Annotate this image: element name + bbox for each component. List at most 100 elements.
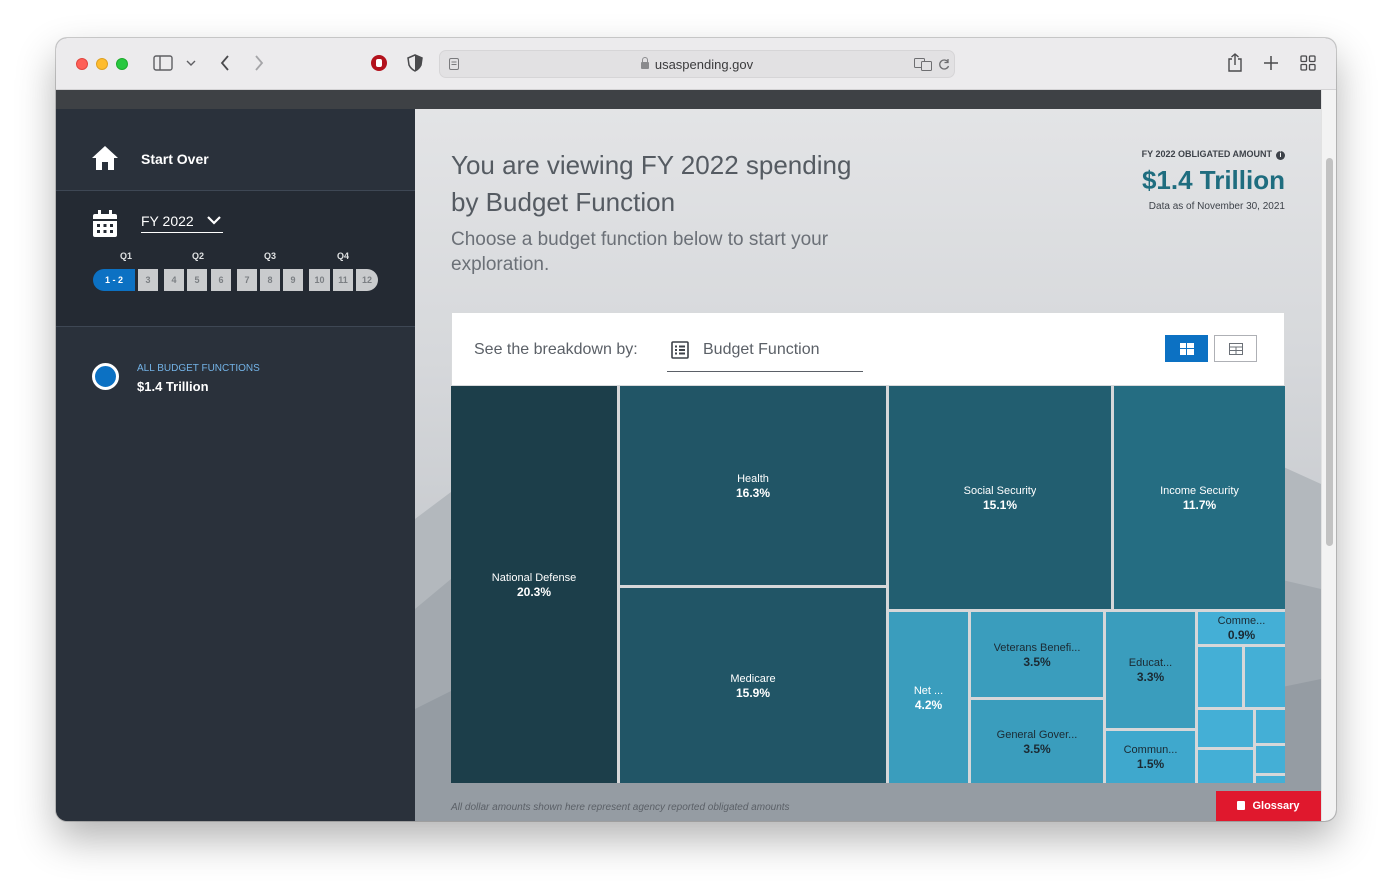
obligated-amount-label-text: FY 2022 OBLIGATED AMOUNT (1141, 149, 1272, 159)
quarter-label-q2: Q2 (192, 251, 205, 261)
period-button-7[interactable]: 7 (237, 269, 257, 291)
page-subtitle: Choose a budget function below to start … (451, 229, 829, 275)
treemap-tile-community-development[interactable]: Commun... 1.5% (1106, 731, 1195, 783)
forward-icon[interactable] (254, 55, 264, 71)
tile-percent: 20.3% (516, 584, 552, 599)
all-budget-functions-amount: $1.4 Trillion (137, 379, 209, 394)
list-icon (671, 341, 689, 359)
tile-name: Social Security (963, 484, 1037, 497)
treemap-tile-income-security[interactable]: Income Security 11.7% (1114, 386, 1285, 609)
sidebar-toggle-icon[interactable] (153, 55, 173, 71)
share-icon[interactable] (1227, 53, 1243, 72)
data-as-of-date: Data as of November 30, 2021 (1148, 201, 1285, 212)
tile-name: Health (737, 472, 769, 485)
zoom-window-button[interactable] (116, 58, 128, 70)
tile-name: Medicare (730, 672, 776, 685)
period-button-10[interactable]: 10 (309, 269, 330, 291)
treemap-tile-small[interactable] (1256, 710, 1285, 743)
address-bar[interactable]: usaspending.gov (439, 50, 955, 78)
treemap-icon (1180, 343, 1194, 355)
quarter-label-q1: Q1 (120, 251, 133, 261)
treemap-tile-medicare[interactable]: Medicare 15.9% (620, 588, 886, 783)
treemap-tile-small[interactable] (1198, 750, 1253, 783)
glossary-button[interactable]: Glossary (1216, 791, 1321, 821)
treemap-tile-net-interest[interactable]: Net ... 4.2% (889, 612, 968, 783)
obligated-amount-value: $1.4 Trillion (1141, 165, 1285, 195)
tile-name: Income Security (1160, 484, 1239, 497)
treemap-tile-small[interactable] (1256, 746, 1285, 773)
table-icon (1229, 343, 1243, 355)
treemap-tile-commerce[interactable]: Comme... 0.9% (1198, 612, 1285, 644)
tile-percent: 3.5% (1023, 654, 1051, 669)
all-budget-functions-link[interactable]: ALL BUDGET FUNCTIONS (137, 363, 260, 374)
budget-function-treemap: National Defense 20.3% Health 16.3% Medi… (451, 386, 1285, 783)
tile-percent: 3.3% (1136, 670, 1165, 684)
period-button-4[interactable]: 4 (164, 269, 184, 291)
back-icon[interactable] (220, 55, 230, 71)
tile-percent: 4.2% (914, 697, 943, 712)
breakdown-selected-value: Budget Function (703, 341, 820, 358)
tile-name: National Defense (491, 571, 577, 584)
reload-icon[interactable] (938, 58, 950, 71)
calendar-icon (93, 210, 117, 237)
start-over-link[interactable]: Start Over (141, 151, 209, 167)
home-icon[interactable] (91, 145, 119, 171)
treemap-tile-small[interactable] (1256, 776, 1285, 783)
table-view-button[interactable] (1214, 335, 1257, 362)
treemap-tile-general-government[interactable]: General Gover... 3.5% (971, 700, 1103, 783)
period-button-5[interactable]: 5 (187, 269, 207, 291)
main-content: You are viewing FY 2022 spending by Budg… (415, 109, 1321, 821)
all-budget-functions-marker[interactable] (92, 363, 119, 390)
treemap-tile-education[interactable]: Educat... 3.3% (1106, 612, 1195, 728)
new-tab-icon[interactable] (1264, 56, 1278, 70)
chevron-down-icon[interactable] (186, 60, 196, 66)
budget-functions-section: ALL BUDGET FUNCTIONS $1.4 Trillion (56, 327, 415, 821)
footnote: All dollar amounts shown here represent … (451, 802, 790, 813)
treemap-tile-national-defense[interactable]: National Defense 20.3% (451, 386, 617, 783)
site-header-strip (56, 90, 1321, 109)
tile-name: General Gover... (996, 728, 1078, 741)
quarter-label-q4: Q4 (337, 251, 350, 261)
info-icon[interactable]: i (1276, 151, 1285, 160)
sidebar: Start Over FY 2022 Q1 Q2 Q3 Q4 1 - 2 3 4… (56, 109, 415, 821)
translate-icon[interactable] (914, 58, 932, 71)
tile-percent: 1.5% (1136, 757, 1165, 771)
privacy-shield-icon[interactable] (407, 54, 423, 72)
book-icon (1237, 801, 1246, 810)
tile-percent: 16.3% (735, 485, 771, 500)
period-button-9[interactable]: 9 (283, 269, 303, 291)
tile-name: Educat... (1128, 657, 1173, 669)
period-button-3[interactable]: 3 (138, 269, 158, 291)
treemap-tile-small[interactable] (1198, 647, 1242, 707)
tile-percent: 3.5% (1023, 741, 1051, 756)
period-button-6[interactable]: 6 (211, 269, 231, 291)
tab-overview-icon[interactable] (1300, 55, 1316, 71)
start-over-section[interactable]: Start Over (56, 109, 415, 191)
fiscal-year-dropdown[interactable]: FY 2022 (141, 211, 223, 233)
breakdown-label: See the breakdown by: (474, 341, 638, 358)
breakdown-dropdown[interactable]: Budget Function (667, 331, 863, 372)
period-button-11[interactable]: 11 (333, 269, 353, 291)
minimize-window-button[interactable] (96, 58, 108, 70)
period-button-8[interactable]: 8 (260, 269, 280, 291)
treemap-tile-social-security[interactable]: Social Security 15.1% (889, 386, 1111, 609)
treemap-tile-health[interactable]: Health 16.3% (620, 386, 886, 585)
tile-percent: 11.7% (1182, 497, 1217, 512)
page-scrollbar[interactable] (1321, 90, 1336, 821)
close-window-button[interactable] (76, 58, 88, 70)
scrollbar-thumb[interactable] (1326, 158, 1333, 546)
treemap-tile-small[interactable] (1198, 710, 1253, 747)
period-button-1-2[interactable]: 1 - 2 (93, 269, 135, 291)
breakdown-bar: See the breakdown by: Budget Function (451, 312, 1285, 386)
tile-name: Commun... (1123, 744, 1178, 756)
lock-icon (640, 57, 649, 69)
treemap-view-button[interactable] (1165, 335, 1208, 362)
fiscal-year-section: FY 2022 Q1 Q2 Q3 Q4 1 - 2 3 4 5 6 7 8 9 … (56, 191, 415, 327)
treemap-tile-veterans-benefits[interactable]: Veterans Benefi... 3.5% (971, 612, 1103, 697)
fiscal-year-value: FY 2022 (141, 213, 194, 229)
period-button-12[interactable]: 12 (356, 269, 378, 291)
treemap-tile-small[interactable] (1245, 647, 1285, 707)
tile-name: Comme... (1217, 615, 1266, 627)
adblock-extension-icon[interactable] (370, 54, 388, 72)
browser-window: usaspending.gov Start Over FY 2022 Q1 Q2… (56, 38, 1336, 821)
